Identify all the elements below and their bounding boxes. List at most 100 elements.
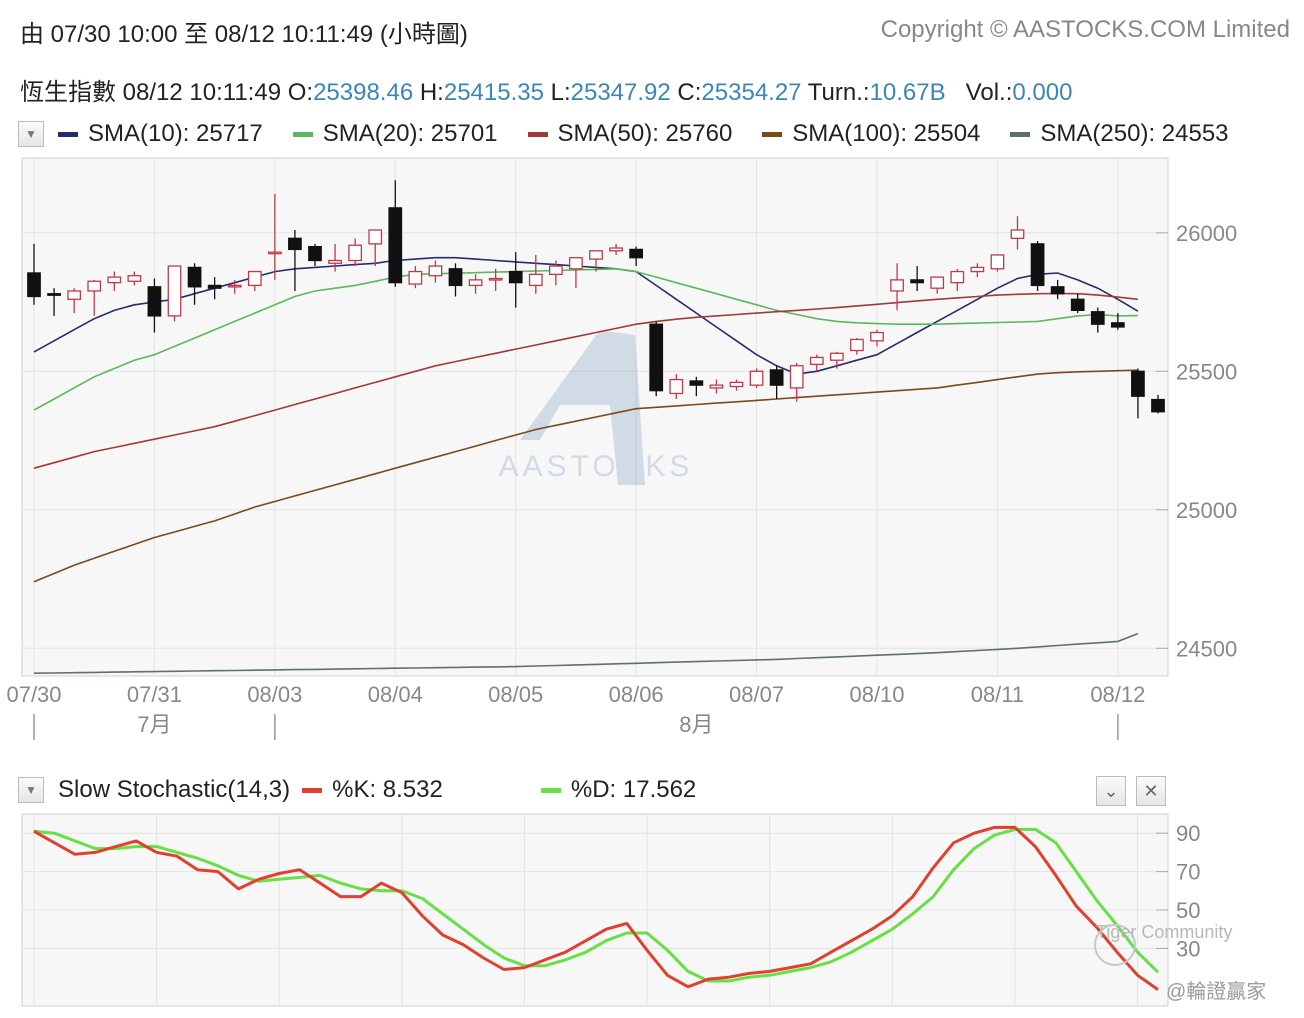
candle-body [1070,298,1085,312]
legend-k: %K: 8.532 [302,776,443,804]
legend-swatch [58,131,78,137]
stoch-controls: ⌄ ✕ [1096,776,1166,806]
close-button[interactable]: ✕ [1136,776,1166,806]
x-tick-label: 08/05 [488,682,543,707]
x-tick-label: 08/04 [368,682,423,707]
candle-body [669,378,684,395]
x-tick-label: 08/12 [1090,682,1145,707]
turnover-label: Turn.: [807,79,870,106]
stoch-dropdown-button[interactable]: ▼ [18,777,44,803]
candle-body [247,270,262,287]
legend-label: SMA(250): 24553 [1040,120,1229,147]
candle-body [408,270,423,285]
candle-body [468,279,483,287]
legend-label: SMA(20): 25701 [322,120,498,147]
legend-swatch [1010,131,1031,137]
quote-datetime: 08/12 10:11:49 [122,79,282,106]
candle-body [1090,311,1105,325]
candle-body [488,277,503,281]
candle-body [187,266,202,288]
legend-sma100: SMA(100): 25504 [762,120,980,148]
candle-body [1030,243,1045,287]
candle-body [970,266,985,273]
candle [990,254,1005,272]
candle-body [147,286,162,317]
collapse-icon: ⌄ [1103,780,1119,801]
legend-swatch [540,787,561,793]
legend-sma50: SMA(50): 25760 [527,120,732,148]
legend-label: %K: 8.532 [332,776,443,803]
legend-sma250: SMA(250): 24553 [1010,120,1229,148]
candle-body [749,370,764,386]
watermark-tiger: Tiger Community [1096,922,1233,942]
candle-body [87,280,102,292]
low-value: 25347.92 [570,79,671,106]
candle-body [27,272,41,298]
candle [749,368,764,388]
candle-body [829,352,844,361]
candle-body [448,268,463,287]
candle-body [528,273,543,287]
candle-body [47,293,61,296]
volume-value: 0.000 [1012,79,1073,106]
y-tick-label: 50 [1176,898,1200,923]
candle-body [428,265,443,277]
candle-body [809,356,824,366]
candle [649,321,664,397]
candle-body [649,323,664,392]
candle-body [789,365,804,389]
candle-body [689,380,704,386]
copyright-text: Copyright © AASTOCKS.COM Limited [880,16,1290,43]
x-tick-label: 08/03 [247,682,302,707]
legend-sma20: SMA(20): 25701 [292,120,498,148]
candle-body [1010,229,1025,239]
turnover-value: 10.67B [869,79,946,106]
candle-body [267,251,282,255]
close-label: C: [677,79,702,106]
price-chart[interactable]: 24500 25000 25500 26000 AASTOCKS 07/30 07/31 08… [0,150,1304,750]
candle-body [207,284,222,289]
sma-legend: ▼ SMA(10): 25717 SMA(20): 25701 SMA(50):… [18,120,1229,148]
volume-label: Vol.: [965,79,1013,106]
y-tick-label: 24500 [1176,636,1237,661]
legend-d: %D: 17.562 [540,776,697,804]
indicator-dropdown-button[interactable]: ▼ [18,121,44,147]
candle-body [368,229,383,245]
legend-swatch [292,131,313,137]
stochastic-chart[interactable]: 30507090 [0,810,1304,1015]
candle-body [769,369,784,386]
candle-body [569,257,583,270]
legend-label: SMA(10): 25717 [88,120,263,147]
candle-body [990,254,1005,270]
candle-body [890,279,904,292]
index-name: 恆生指數 [20,79,116,106]
collapse-button[interactable]: ⌄ [1096,776,1126,806]
quote-bar: 恆生指數 08/12 10:11:49 O:25398.46 H:25415.3… [20,72,1072,107]
candle-body [227,284,242,288]
legend-label: %D: 17.562 [570,776,697,803]
stoch-legend: ▼ Slow Stochastic(14,3) %K: 8.532 %D: 17… [18,776,726,804]
chevron-down-icon: ▼ [25,783,37,797]
candle-body [288,237,302,251]
stoch-title: Slow Stochastic(14,3) [58,776,291,803]
candle-body [167,265,182,317]
x-tick-label: 08/11 [971,682,1024,707]
candle-body [709,384,724,389]
y-tick-label: 90 [1176,821,1200,846]
y-tick-label: 25500 [1176,359,1237,384]
date-range-text: 由 07/30 10:00 至 08/12 10:11:49 (小時圖) [20,21,468,48]
chevron-down-icon: ▼ [25,127,37,141]
y-tick-label: 70 [1176,860,1200,885]
candle-body [107,276,122,284]
close-icon: ✕ [1143,780,1159,801]
candle-body [508,270,523,284]
candle-body [910,279,925,284]
candle-body [127,275,142,282]
legend-swatch [527,131,548,137]
candle-body [609,247,623,252]
x-tick-label: 08/06 [609,682,664,707]
candle-body [328,259,342,264]
candle-body [870,331,884,342]
close-value: 25354.27 [701,79,802,106]
candle-body [729,381,744,388]
